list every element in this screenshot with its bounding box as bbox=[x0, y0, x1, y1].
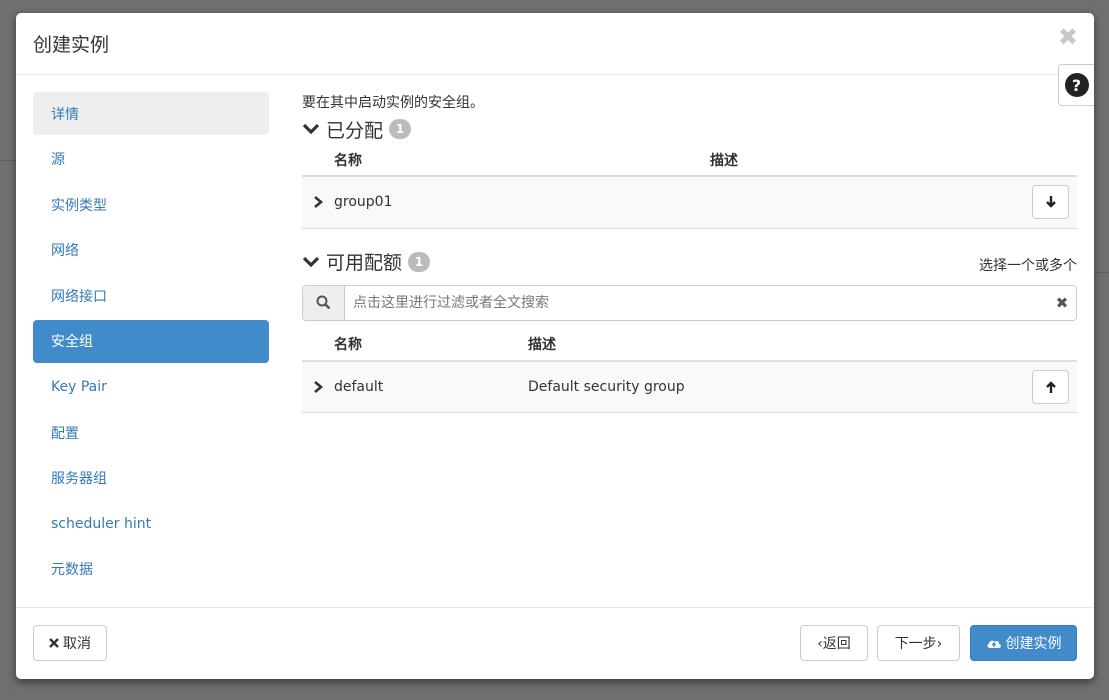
nav-item-key-pair[interactable]: Key Pair bbox=[33, 366, 269, 409]
nav-item-networks[interactable]: 网络 bbox=[33, 229, 269, 272]
row-description: Default security group bbox=[528, 360, 1031, 413]
search-icon bbox=[316, 295, 331, 310]
nav-item-label: 网络接口 bbox=[51, 288, 107, 305]
nav-item-configuration[interactable]: 配置 bbox=[33, 411, 269, 454]
nav-item-label: 服务器组 bbox=[51, 471, 107, 488]
nav-item-network-ports[interactable]: 网络接口 bbox=[33, 274, 269, 317]
cloud-upload-icon bbox=[986, 637, 1002, 650]
nav-item-label: 实例类型 bbox=[51, 197, 107, 214]
deallocate-button[interactable] bbox=[1032, 185, 1069, 220]
chevron-right-icon bbox=[314, 380, 324, 393]
action-header bbox=[1031, 144, 1077, 177]
available-table: 名称 描述 default Default security group bbox=[302, 328, 1077, 413]
expand-header bbox=[302, 328, 334, 362]
nav-item-label: 配置 bbox=[51, 425, 79, 442]
action-header bbox=[1031, 328, 1077, 362]
table-row: group01 bbox=[302, 176, 1077, 229]
launch-instance-dialog: 创建实例 ✖ 详情 源 实例类型 网络 网络接口 安全组 Key Pair 配置… bbox=[16, 13, 1094, 679]
available-count-badge: 1 bbox=[408, 251, 431, 272]
search-addon bbox=[303, 285, 345, 320]
nav-item-server-groups[interactable]: 服务器组 bbox=[33, 457, 269, 500]
column-header-name: 名称 bbox=[334, 144, 710, 177]
nav-item-label: scheduler hint bbox=[51, 515, 152, 532]
column-header-name: 名称 bbox=[334, 328, 528, 362]
question-icon: ? bbox=[1064, 73, 1089, 97]
close-icon bbox=[49, 638, 59, 648]
dialog-footer: 取消 ‹返回 下一步› 创建实例 bbox=[16, 607, 1094, 679]
nav-item-metadata[interactable]: 元数据 bbox=[33, 548, 269, 591]
dialog-header: 创建实例 ✖ bbox=[16, 13, 1094, 75]
create-instance-button[interactable]: 创建实例 bbox=[970, 625, 1077, 661]
allocated-title: 已分配 bbox=[326, 119, 384, 142]
chevron-down-icon bbox=[302, 123, 320, 135]
nav-item-flavor[interactable]: 实例类型 bbox=[33, 183, 269, 226]
nav-item-scheduler-hint[interactable]: scheduler hint bbox=[33, 502, 269, 545]
available-section-toggle[interactable]: 可用配额 1 bbox=[302, 247, 431, 277]
clear-search-icon[interactable]: ✖ bbox=[1048, 286, 1076, 320]
nav-item-label: 详情 bbox=[51, 106, 79, 123]
nav-item-label: 源 bbox=[51, 152, 65, 169]
backdrop-line bbox=[1094, 272, 1109, 273]
wizard-nav: 详情 源 实例类型 网络 网络接口 安全组 Key Pair 配置 服务器组 s… bbox=[33, 92, 269, 594]
allocated-section-toggle[interactable]: 已分配 1 bbox=[302, 114, 1077, 144]
intro-text: 要在其中启动实例的安全组。 bbox=[302, 95, 484, 111]
row-name: group01 bbox=[334, 176, 710, 229]
dialog-title: 创建实例 bbox=[33, 34, 110, 56]
row-description bbox=[710, 176, 1031, 229]
back-label: ‹返回 bbox=[817, 636, 851, 652]
next-button[interactable]: 下一步› bbox=[877, 625, 960, 661]
back-button[interactable]: ‹返回 bbox=[800, 625, 868, 661]
nav-item-security-groups[interactable]: 安全组 bbox=[33, 319, 269, 363]
row-expand-toggle[interactable] bbox=[302, 360, 334, 413]
column-header-description: 描述 bbox=[528, 328, 1031, 362]
next-label: 下一步› bbox=[894, 636, 943, 652]
help-button[interactable]: ? bbox=[1058, 64, 1094, 106]
select-hint: 选择一个或多个 bbox=[979, 257, 1077, 274]
allocated-count-badge: 1 bbox=[389, 119, 412, 139]
chevron-right-icon bbox=[314, 196, 324, 209]
allocate-button[interactable] bbox=[1032, 369, 1069, 404]
expand-header bbox=[302, 144, 334, 177]
column-header-description: 描述 bbox=[710, 144, 1031, 177]
row-action-cell bbox=[1031, 176, 1077, 229]
available-header-row: 可用配额 1 选择一个或多个 bbox=[302, 247, 1077, 277]
allocated-table: 名称 描述 group01 bbox=[302, 144, 1077, 229]
create-instance-label: 创建实例 bbox=[1005, 636, 1062, 652]
arrow-down-icon bbox=[1045, 196, 1056, 208]
nav-item-label: Key Pair bbox=[51, 379, 107, 396]
cancel-button[interactable]: 取消 bbox=[33, 625, 107, 661]
close-button[interactable]: ✖ bbox=[1058, 25, 1078, 49]
nav-item-label: 安全组 bbox=[51, 334, 93, 351]
row-action-cell bbox=[1031, 360, 1077, 413]
backdrop-line bbox=[0, 160, 16, 161]
cancel-label: 取消 bbox=[63, 636, 91, 652]
search-input[interactable] bbox=[345, 285, 1048, 320]
search-bar: ✖ bbox=[302, 284, 1077, 321]
security-groups-panel: 要在其中启动实例的安全组。 已分配 1 名称 描述 group01 可用配额 1… bbox=[302, 92, 1077, 413]
arrow-up-icon bbox=[1045, 381, 1056, 393]
table-row: default Default security group bbox=[302, 360, 1077, 413]
row-name: default bbox=[334, 360, 528, 413]
nav-item-label: 网络 bbox=[51, 243, 79, 260]
row-expand-toggle[interactable] bbox=[302, 176, 334, 229]
nav-item-label: 元数据 bbox=[51, 562, 93, 579]
nav-item-details[interactable]: 详情 bbox=[33, 92, 269, 135]
nav-item-source[interactable]: 源 bbox=[33, 138, 269, 181]
available-title: 可用配额 bbox=[326, 252, 403, 274]
chevron-down-icon bbox=[302, 256, 320, 267]
